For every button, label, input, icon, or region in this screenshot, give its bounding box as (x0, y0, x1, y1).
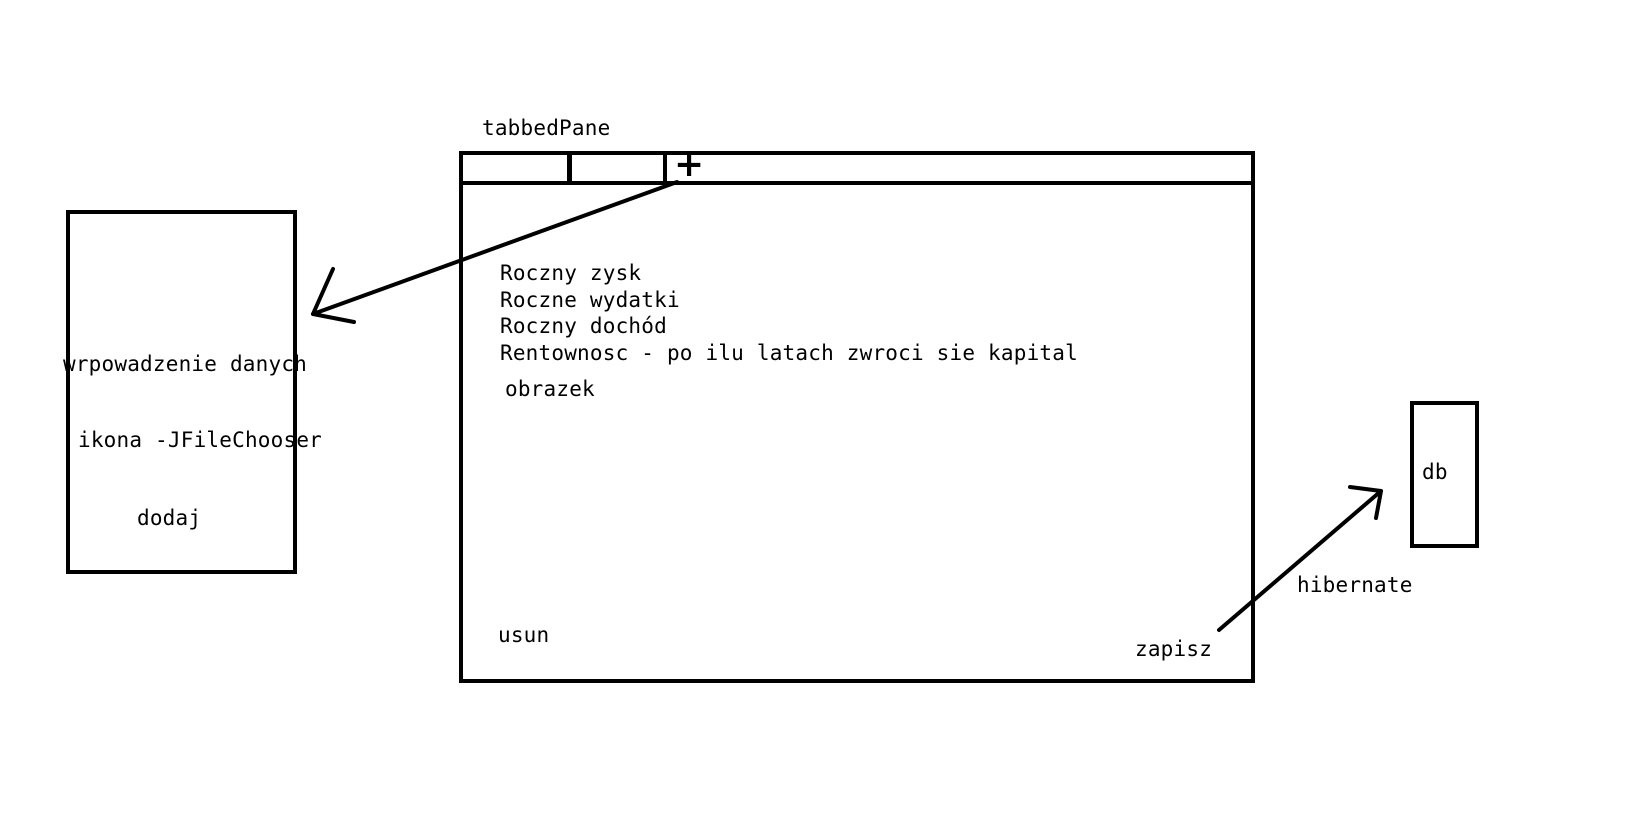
file-chooser-icon-label[interactable]: ikona -JFileChooser (78, 430, 322, 451)
save-button[interactable]: zapisz (1135, 639, 1212, 660)
add-button[interactable]: dodaj (137, 508, 201, 529)
main-window: + (459, 147, 1255, 683)
annual-expenses-label: Roczne wydatki (500, 288, 680, 312)
tabbed-pane-caption: tabbedPane (482, 116, 611, 140)
hibernate-label: hibernate (1297, 573, 1413, 597)
profitability-label: Rentownosc - po ilu latach zwroci sie ka… (500, 341, 1078, 365)
tab-2[interactable] (572, 155, 667, 181)
annual-income-label: Roczny dochód (500, 314, 667, 338)
database-label: db (1422, 460, 1448, 484)
add-tab-button[interactable]: + (674, 147, 704, 183)
image-placeholder: obrazek (505, 377, 595, 401)
tab-strip: + (463, 147, 1251, 185)
input-dialog-title: wrpowadzenie danych (63, 352, 308, 376)
annual-profit-label: Roczny zysk (500, 261, 642, 285)
tab-1[interactable] (463, 155, 572, 181)
delete-button[interactable]: usun (498, 625, 549, 646)
